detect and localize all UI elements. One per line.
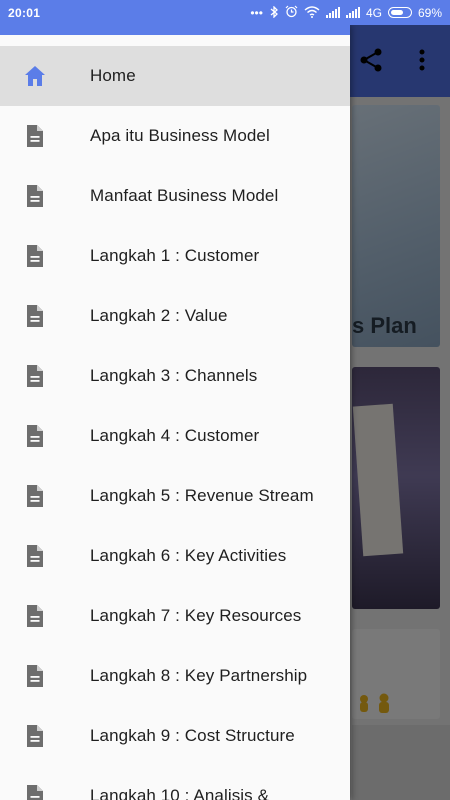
document-icon xyxy=(27,785,43,800)
drawer-item-7[interactable]: Langkah 5 : Revenue Stream xyxy=(0,466,350,526)
drawer-item-label: Langkah 2 : Value xyxy=(90,306,228,325)
drawer-item-5[interactable]: Langkah 3 : Channels xyxy=(0,346,350,406)
drawer-item-label: Langkah 10 : Analisis & xyxy=(90,786,270,800)
document-icon xyxy=(27,425,43,447)
drawer-item-6[interactable]: Langkah 4 : Customer xyxy=(0,406,350,466)
battery-percent: 69% xyxy=(417,5,442,20)
drawer-header xyxy=(0,25,350,35)
drawer-item-label: Langkah 8 : Key Partnership xyxy=(90,666,308,685)
battery-icon xyxy=(387,7,412,18)
drawer-menu: Home Apa itu Business Model Manfaat Busine… xyxy=(0,46,350,800)
document-icon xyxy=(27,545,43,567)
signal-icon xyxy=(345,7,360,18)
document-icon xyxy=(27,305,43,327)
drawer-item-11[interactable]: Langkah 9 : Cost Structure xyxy=(0,706,350,766)
document-icon xyxy=(27,605,43,627)
wifi-icon xyxy=(304,5,320,20)
drawer-item-3[interactable]: Langkah 1 : Customer xyxy=(0,226,350,286)
document-icon xyxy=(27,725,43,747)
document-icon xyxy=(27,365,43,387)
drawer-item-label: Langkah 4 : Customer xyxy=(90,426,260,445)
drawer-item-label: Langkah 1 : Customer xyxy=(90,246,260,265)
drawer-item-label: Apa itu Business Model xyxy=(90,126,270,145)
drawer-item-4[interactable]: Langkah 2 : Value xyxy=(0,286,350,346)
drawer-item-label: Langkah 5 : Revenue Stream xyxy=(90,486,314,505)
document-icon xyxy=(27,665,43,687)
document-icon xyxy=(27,245,43,267)
document-icon xyxy=(27,185,43,207)
bluetooth-icon xyxy=(269,4,279,20)
alarm-icon xyxy=(285,5,298,20)
document-icon xyxy=(27,485,43,507)
signal-icon xyxy=(325,7,340,18)
status-time: 20:01 xyxy=(8,5,41,20)
drawer-item-8[interactable]: Langkah 6 : Key Activities xyxy=(0,526,350,586)
drawer-item-12[interactable]: Langkah 10 : Analisis & xyxy=(0,766,350,800)
drawer-item-home[interactable]: Home xyxy=(0,46,350,106)
drawer-item-label: Langkah 7 : Key Resources xyxy=(90,606,302,625)
drawer-item-label: Home xyxy=(90,66,136,85)
drawer-item-2[interactable]: Manfaat Business Model xyxy=(0,166,350,226)
drawer-item-label: Langkah 3 : Channels xyxy=(90,366,258,385)
status-bar: 20:01 ••• 4G 69% xyxy=(0,0,450,25)
network-type: 4G xyxy=(365,5,382,20)
home-icon xyxy=(25,66,45,86)
drawer-item-1[interactable]: Apa itu Business Model xyxy=(0,106,350,166)
document-icon xyxy=(27,125,43,147)
drawer-item-9[interactable]: Langkah 7 : Key Resources xyxy=(0,586,350,646)
drawer-item-label: Manfaat Business Model xyxy=(90,186,279,205)
drawer-item-10[interactable]: Langkah 8 : Key Partnership xyxy=(0,646,350,706)
navigation-drawer: Home Apa itu Business Model Manfaat Busine… xyxy=(0,25,350,800)
drawer-item-label: Langkah 6 : Key Activities xyxy=(90,546,287,565)
dots-icon: ••• xyxy=(250,5,263,20)
status-icons: ••• 4G 69% xyxy=(250,0,442,25)
drawer-item-label: Langkah 9 : Cost Structure xyxy=(90,726,295,745)
